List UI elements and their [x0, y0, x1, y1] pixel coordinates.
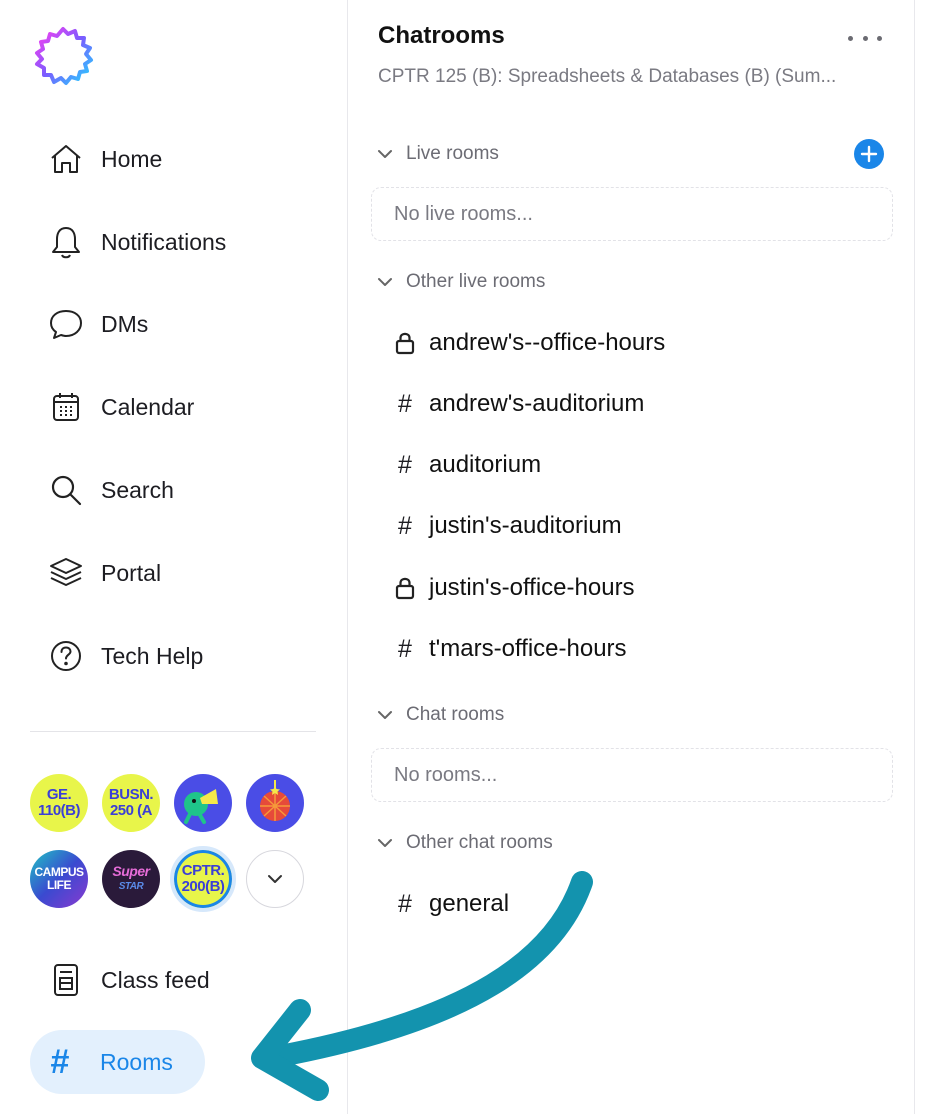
room-name: justin's-auditorium: [429, 512, 622, 539]
room-name: justin's-office-hours: [429, 574, 635, 601]
course-label-line2: STAR: [118, 881, 144, 892]
nav-notifications[interactable]: Notifications: [46, 220, 326, 264]
room-item[interactable]: # t'mars-office-hours: [392, 631, 627, 667]
room-item[interactable]: # general: [392, 886, 509, 922]
section-label: Live rooms: [406, 143, 499, 164]
chevron-down-icon: [268, 875, 282, 883]
bell-icon: [46, 222, 86, 262]
lock-icon: [392, 573, 418, 603]
course-megaphone[interactable]: [174, 774, 232, 832]
room-name: andrew's--office-hours: [429, 329, 666, 356]
document-icon: [46, 960, 86, 1000]
section-label: Other chat rooms: [406, 832, 553, 853]
nav-class-feed[interactable]: Class feed: [46, 958, 326, 1002]
room-name: general: [429, 890, 510, 917]
app-logo-icon[interactable]: [32, 26, 94, 88]
course-campus-life[interactable]: CAMPUS LIFE: [30, 850, 88, 908]
nav-rooms-label: Rooms: [100, 1048, 173, 1075]
layers-icon: [46, 553, 86, 593]
course-label-line2: 250 (A: [109, 802, 153, 819]
room-item[interactable]: # andrew's-auditorium: [392, 386, 644, 422]
plus-icon: [860, 145, 878, 163]
course-label-line1: CPTR.: [181, 862, 225, 879]
nav-search[interactable]: Search: [46, 468, 326, 512]
chevron-down-icon: [374, 143, 396, 165]
room-item[interactable]: andrew's--office-hours: [392, 325, 665, 361]
course-label-line2: LIFE: [46, 878, 72, 892]
calendar-icon: [46, 387, 86, 427]
course-ge-110[interactable]: GE. 110(B): [30, 774, 88, 832]
nav-calendar[interactable]: Calendar: [46, 385, 326, 429]
hash-icon: #: [398, 450, 412, 479]
chevron-down-icon: [374, 271, 396, 293]
hash-icon: #: [398, 389, 412, 418]
nav-home[interactable]: Home: [46, 137, 326, 181]
nav-dms-label: DMs: [101, 310, 149, 337]
nav-class-feed-label: Class feed: [101, 966, 210, 993]
room-item[interactable]: # justin's-auditorium: [392, 508, 622, 544]
more-courses-button[interactable]: [246, 850, 304, 908]
home-icon: [46, 139, 86, 179]
course-label-line1: GE.: [46, 786, 72, 803]
hash-icon: #: [50, 1042, 69, 1081]
help-icon: [46, 636, 86, 676]
empty-chat-rooms: No rooms...: [371, 748, 893, 802]
course-label-line1: Super: [112, 863, 150, 879]
course-disco[interactable]: [246, 774, 304, 832]
section-other-live-rooms[interactable]: Other live rooms: [374, 267, 545, 297]
course-label-line1: BUSN.: [108, 786, 154, 803]
nav-tech-help[interactable]: Tech Help: [46, 634, 326, 678]
room-name: t'mars-office-hours: [429, 635, 627, 662]
sidebar: Home Notifications DMs Calendar Search P…: [0, 0, 348, 1114]
nav-home-label: Home: [101, 145, 163, 172]
chevron-down-icon: [374, 704, 396, 726]
course-label-line2: 200(B): [181, 878, 225, 895]
nav-search-label: Search: [101, 476, 174, 503]
search-icon: [46, 470, 86, 510]
empty-live-rooms: No live rooms...: [371, 187, 893, 241]
room-name: andrew's-auditorium: [429, 390, 645, 417]
chat-bubble-icon: [46, 304, 86, 344]
nav-dms[interactable]: DMs: [46, 302, 326, 346]
page-title: Chatrooms: [378, 22, 505, 49]
more-dots-icon[interactable]: [848, 26, 882, 50]
megaphone-character-icon: [184, 789, 218, 824]
nav-tech-help-label: Tech Help: [101, 642, 204, 669]
nav-portal[interactable]: Portal: [46, 551, 326, 595]
course-label-line2: 110(B): [37, 802, 81, 819]
section-chat-rooms[interactable]: Chat rooms: [374, 700, 504, 730]
nav-notifications-label: Notifications: [101, 228, 227, 255]
room-item[interactable]: justin's-office-hours: [392, 570, 635, 606]
lock-icon: [392, 328, 418, 358]
section-label: Chat rooms: [406, 704, 505, 725]
course-subtitle: CPTR 125 (B): Spreadsheets & Databases (…: [378, 66, 837, 87]
course-cptr-200[interactable]: CPTR. 200(B): [170, 846, 236, 912]
hash-icon: #: [398, 511, 412, 540]
section-label: Other live rooms: [406, 271, 546, 292]
section-live-rooms[interactable]: Live rooms: [374, 139, 499, 169]
course-busn-250[interactable]: BUSN. 250 (A: [102, 774, 160, 832]
nav-portal-label: Portal: [101, 559, 162, 586]
nav-rooms[interactable]: # Rooms: [30, 1030, 205, 1094]
room-name: auditorium: [429, 451, 542, 478]
room-item[interactable]: # auditorium: [392, 447, 541, 483]
nav-calendar-label: Calendar: [101, 393, 195, 420]
course-superstar[interactable]: Super STAR: [102, 850, 160, 908]
sidebar-divider: [30, 731, 316, 732]
section-other-chat-rooms[interactable]: Other chat rooms: [374, 828, 553, 858]
hash-icon: #: [398, 634, 412, 663]
hash-icon: #: [398, 889, 412, 918]
chatrooms-panel: Chatrooms CPTR 125 (B): Spreadsheets & D…: [348, 0, 915, 1114]
disco-ball-icon: [260, 780, 290, 821]
add-room-button[interactable]: [854, 139, 884, 169]
chevron-down-icon: [374, 832, 396, 854]
